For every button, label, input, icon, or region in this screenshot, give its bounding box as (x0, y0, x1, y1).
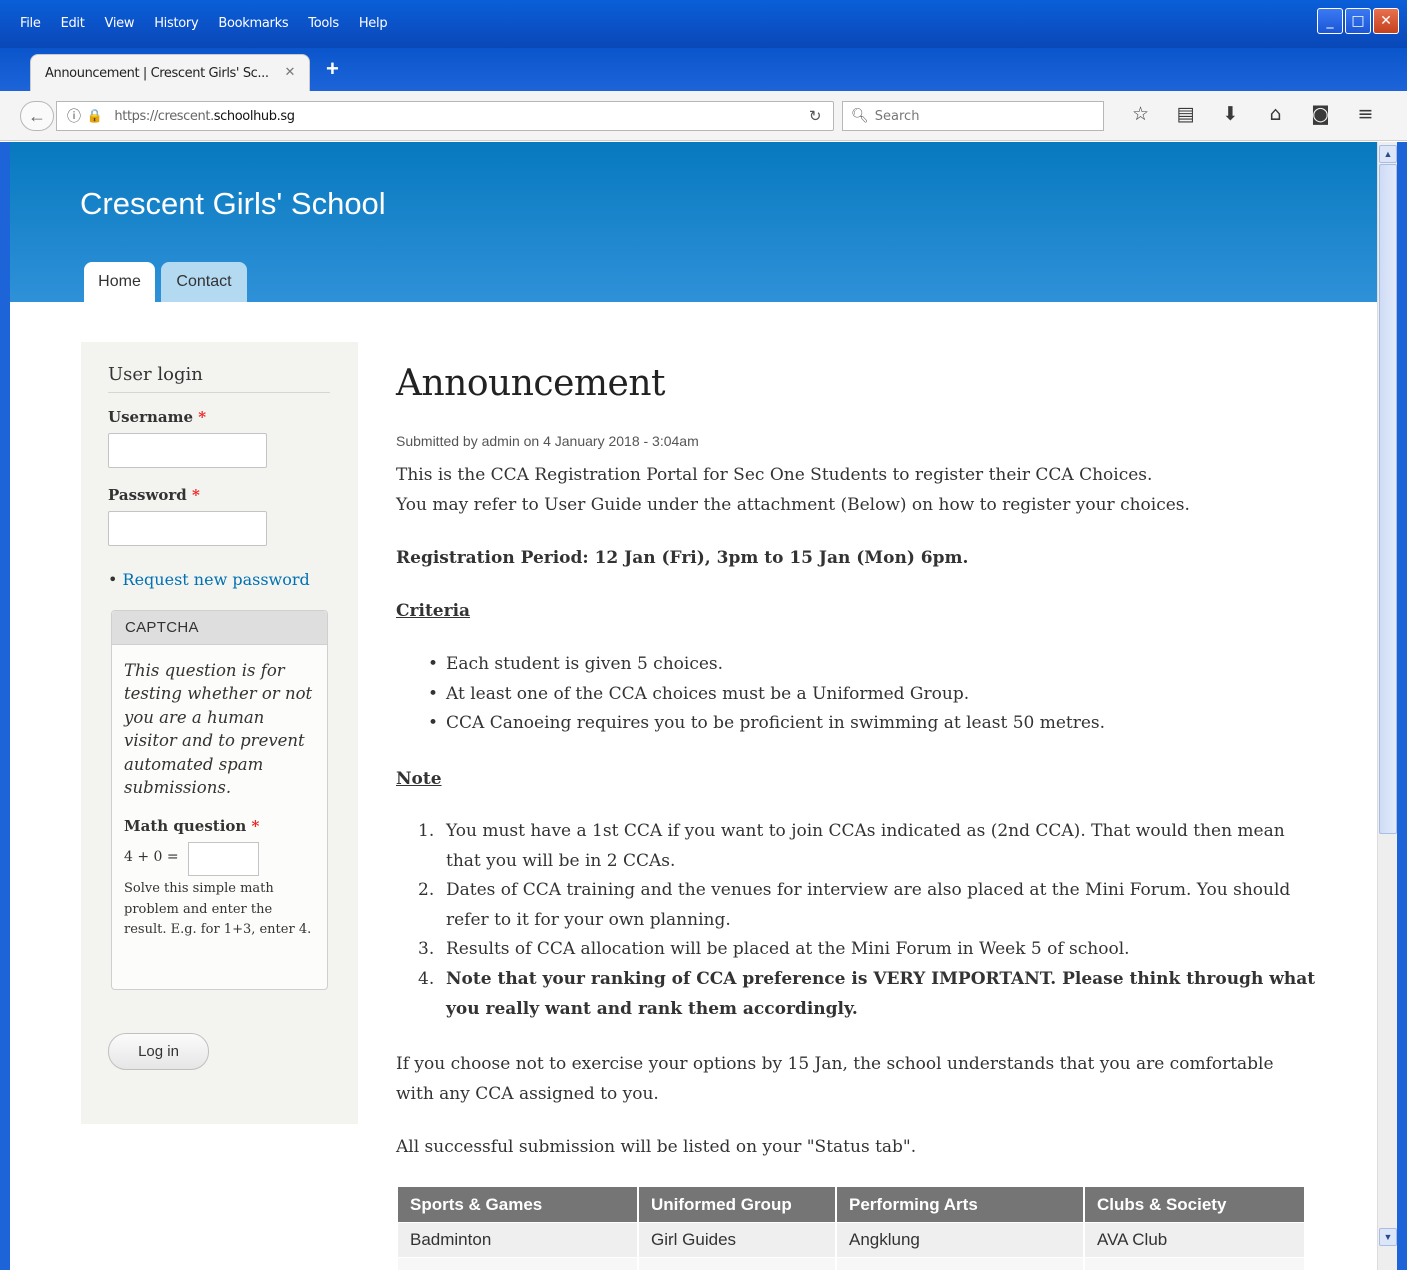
scroll-thumb[interactable] (1379, 164, 1397, 834)
intro-line-1: This is the CCA Registration Portal for … (396, 465, 1153, 485)
menu-bar: File Edit View History Bookmarks Tools H… (10, 16, 397, 31)
maximize-button[interactable]: □ (1345, 8, 1371, 34)
math-help-text: Solve this simple math problem and enter… (124, 881, 312, 937)
table-row (398, 1257, 1306, 1270)
menu-history[interactable]: History (144, 16, 208, 31)
site-name[interactable]: Crescent Girls' School (80, 186, 386, 222)
table-cell: Girl Guides (639, 1222, 837, 1257)
captcha-fieldset: CAPTCHA This question is for testing whe… (111, 610, 328, 990)
close-window-button[interactable]: ✕ (1373, 8, 1399, 34)
hamburger-menu-icon[interactable]: ≡ (1343, 103, 1388, 125)
request-password-link[interactable]: Request new password (123, 570, 310, 589)
column-header: Uniformed Group (639, 1187, 837, 1222)
tab-strip: Announcement | Crescent Girls' Sc... ✕ + (0, 48, 1407, 91)
vertical-scrollbar[interactable]: ▲ ▼ (1377, 142, 1397, 1270)
registration-period: Registration Period: 12 Jan (Fri), 3pm t… (396, 548, 969, 568)
closing-line-1: If you choose not to exercise your optio… (396, 1054, 1274, 1074)
new-tab-button[interactable]: + (326, 56, 339, 82)
list-item: 2. Dates of CCA training and the venues f… (418, 880, 1291, 930)
menu-bookmarks[interactable]: Bookmarks (208, 16, 298, 31)
math-expression: 4 + 0 = (124, 849, 179, 865)
web-page: Crescent Girls' School Home Contact User… (10, 142, 1377, 1270)
request-password-item: • Request new password (108, 570, 310, 589)
username-field[interactable] (108, 433, 267, 468)
cca-table: Sports & Games Uniformed Group Performin… (398, 1187, 1306, 1270)
list-item: Each student is given 5 choices. (428, 650, 1105, 680)
info-icon[interactable]: ⓘ (67, 106, 81, 126)
login-block-title: User login (108, 364, 330, 393)
password-label: Password * (108, 486, 200, 504)
table-header-row: Sports & Games Uniformed Group Performin… (398, 1187, 1306, 1222)
home-icon[interactable]: ⌂ (1253, 103, 1298, 125)
column-header: Sports & Games (398, 1187, 639, 1222)
menu-help[interactable]: Help (349, 16, 397, 31)
minimize-button[interactable]: _ (1317, 8, 1343, 34)
reload-icon[interactable]: ↻ (809, 107, 822, 125)
tab-home[interactable]: Home (84, 262, 155, 302)
lock-icon: 🔒 (86, 108, 103, 124)
search-placeholder: Search (874, 108, 920, 124)
user-login-block: User login Username * Password * • Reque… (81, 342, 358, 1124)
login-button[interactable]: Log in (108, 1033, 209, 1070)
window-border-right (1397, 142, 1407, 1270)
list-item: CCA Canoeing requires you to be proficie… (428, 709, 1105, 739)
window-titlebar: File Edit View History Bookmarks Tools H… (0, 0, 1407, 52)
notes-list: 1. You must have a 1st CCA if you want to… (418, 817, 1318, 1024)
column-header: Performing Arts (837, 1187, 1085, 1222)
tab-close-icon[interactable]: ✕ (285, 65, 296, 80)
tab-title: Announcement | Crescent Girls' Sc... (45, 65, 269, 81)
table-cell (1085, 1257, 1306, 1270)
toolbar-icons: ☆ ▤ ⬇ ⌂ ◙ ≡ (1118, 103, 1388, 125)
browser-tab-announcement[interactable]: Announcement | Crescent Girls' Sc... ✕ (30, 54, 310, 91)
site-header: Crescent Girls' School Home Contact (10, 142, 1377, 302)
table-cell (398, 1257, 639, 1270)
math-question-label: Math question * (124, 817, 260, 835)
closing-line-2: with any CCA assigned to you. (396, 1084, 659, 1104)
table-cell: AVA Club (1085, 1222, 1306, 1257)
pocket-icon[interactable]: ◙ (1298, 103, 1343, 125)
table-cell (837, 1257, 1085, 1270)
window-border-left (0, 142, 10, 1270)
captcha-description: This question is for testing whether or … (124, 661, 313, 798)
password-field[interactable] (108, 511, 267, 546)
submitted-info: Submitted by admin on 4 January 2018 - 3… (396, 433, 699, 449)
menu-edit[interactable]: Edit (51, 16, 95, 31)
list-item: 3. Results of CCA allocation will be plac… (418, 939, 1130, 960)
bookmark-star-icon[interactable]: ☆ (1118, 103, 1163, 125)
reading-list-icon[interactable]: ▤ (1163, 103, 1208, 125)
list-item: At least one of the CCA choices must be … (428, 680, 1105, 710)
column-header: Clubs & Society (1085, 1187, 1306, 1222)
username-label: Username * (108, 408, 207, 426)
status-line: All successful submission will be listed… (396, 1137, 917, 1157)
tab-contact[interactable]: Contact (161, 262, 247, 302)
url-bar[interactable]: ⓘ 🔒 https://crescent.schoolhub.sg ↻ (56, 101, 834, 131)
table-row: Badminton Girl Guides Angklung AVA Club (398, 1222, 1306, 1257)
criteria-heading: Criteria (396, 601, 471, 621)
math-answer-field[interactable] (188, 842, 259, 876)
note-heading: Note (396, 769, 442, 789)
table-cell: Angklung (837, 1222, 1085, 1257)
intro-line-2: You may refer to User Guide under the at… (396, 495, 1190, 515)
window-controls: _ □ ✕ (1317, 8, 1399, 34)
table-cell: Badminton (398, 1222, 639, 1257)
list-item: 1. You must have a 1st CCA if you want to… (418, 821, 1285, 871)
criteria-list: Each student is given 5 choices. At leas… (428, 650, 1105, 739)
download-icon[interactable]: ⬇ (1208, 103, 1253, 125)
menu-tools[interactable]: Tools (298, 16, 349, 31)
scroll-down-icon[interactable]: ▼ (1379, 1228, 1397, 1246)
search-input[interactable]: 🔍︎ Search (842, 101, 1104, 131)
table-cell (639, 1257, 837, 1270)
page-title: Announcement (396, 363, 665, 404)
search-icon: 🔍︎ (851, 108, 869, 124)
back-arrow-icon: ← (28, 105, 46, 126)
navigation-toolbar: ← ⓘ 🔒 https://crescent.schoolhub.sg ↻ 🔍︎… (0, 91, 1407, 141)
back-button[interactable]: ← (20, 101, 54, 131)
menu-file[interactable]: File (10, 16, 51, 31)
url-text: https://crescent.schoolhub.sg (114, 108, 295, 124)
scroll-up-icon[interactable]: ▲ (1379, 145, 1397, 163)
list-item: 4. Note that your ranking of CCA preferen… (418, 968, 1316, 1019)
captcha-legend: CAPTCHA (112, 611, 327, 645)
menu-view[interactable]: View (95, 16, 145, 31)
